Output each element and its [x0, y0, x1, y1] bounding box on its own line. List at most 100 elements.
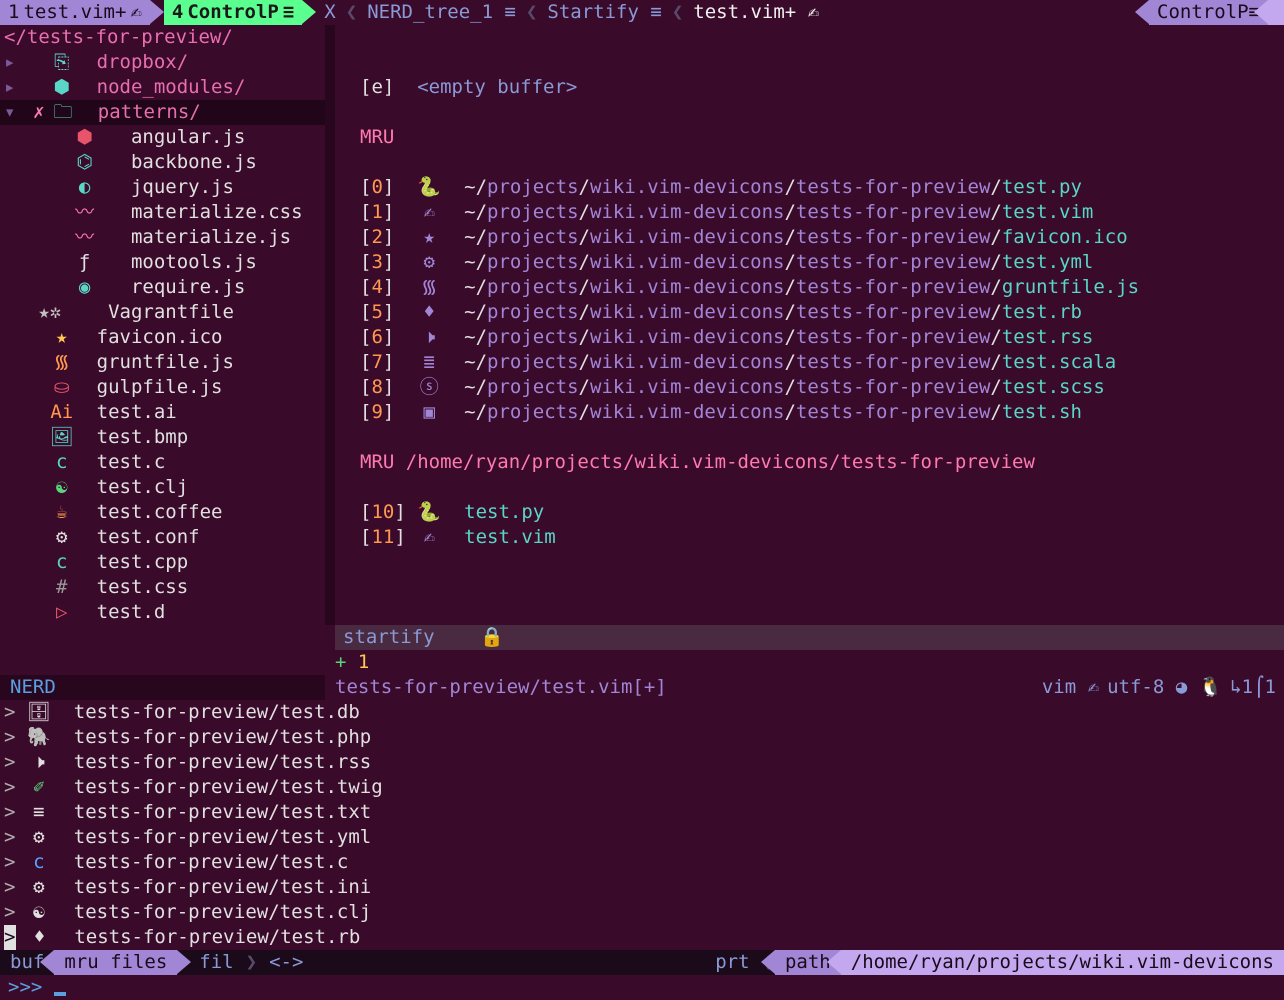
filetype-icon: 🗄: [27, 700, 51, 725]
startify-mru-heading: MRU: [360, 125, 1284, 150]
filetype-icon: Ai: [50, 400, 74, 425]
filetype-icon: ⚙: [27, 875, 51, 900]
filetype-icon: ☯: [50, 475, 74, 500]
nerdtree-file[interactable]: 🖼 test.bmp: [0, 425, 325, 450]
filetype-icon: ★: [50, 325, 74, 350]
ctrlp-result[interactable]: > ⚙ tests-for-preview/test.yml: [0, 825, 1284, 850]
nerdtree-file[interactable]: ◉ require.js: [0, 275, 325, 300]
ctrlp-results[interactable]: > 🗄 tests-for-preview/test.db> 🐘 tests-f…: [0, 700, 1284, 950]
startify-mru-item[interactable]: [1] ✍ ~/projects/wiki.vim-devicons/tests…: [360, 200, 1284, 225]
filetype-icon: c: [27, 850, 51, 875]
nerdtree-file[interactable]: Ai test.ai: [0, 400, 325, 425]
folder-icon: 🗀: [51, 100, 75, 125]
ctrlp-result[interactable]: > ☯ tests-for-preview/test.clj: [0, 900, 1284, 925]
filetype-icon: ▣: [417, 400, 441, 425]
nerdtree-file[interactable]: ⬢ angular.js: [0, 125, 325, 150]
nerdtree-file[interactable]: ★✲ Vagrantfile: [0, 300, 325, 325]
angle-left-icon: ❮: [670, 0, 685, 25]
window-statusbar: NERD tests-for-preview/test.vim[+] vim ✍…: [0, 675, 1284, 700]
ctrlp-mode-mru[interactable]: mru files: [54, 950, 177, 975]
nerdtree-file[interactable]: 〰 materialize.css: [0, 200, 325, 225]
buffer-startify[interactable]: Startify ≡: [539, 0, 669, 25]
startify-mru-item[interactable]: [2] ★ ~/projects/wiki.vim-devicons/tests…: [360, 225, 1284, 250]
ctrlp-result[interactable]: > 🕨 tests-for-preview/test.rss: [0, 750, 1284, 775]
angle-left-icon: ❮: [344, 0, 359, 25]
tab-close[interactable]: X: [316, 0, 343, 25]
startify-mru-local-item[interactable]: [11] ✍ test.vim: [360, 525, 1284, 550]
ctrlp-result[interactable]: > ≡ tests-for-preview/test.txt: [0, 800, 1284, 825]
filetype-icon: ≡: [27, 800, 51, 825]
nerdtree-file[interactable]: ᯾ gruntfile.js: [0, 350, 325, 375]
list-icon: ≡: [283, 0, 294, 25]
ctrlp-result[interactable]: > 🐘 tests-for-preview/test.php: [0, 725, 1284, 750]
nerdtree-file[interactable]: ƒ mootools.js: [0, 250, 325, 275]
nerdtree-dir[interactable]: ▸ ⬢ node_modules/: [0, 75, 325, 100]
nerdtree-file[interactable]: c test.c: [0, 450, 325, 475]
ctrlp-result[interactable]: > ♦ tests-for-preview/test.rb: [0, 925, 1284, 950]
filetype-icon: ★: [417, 225, 441, 250]
filetype-icon: ⬢: [73, 125, 97, 150]
ctrlp-result[interactable]: > ⚙ tests-for-preview/test.ini: [0, 875, 1284, 900]
startify-mru-item[interactable]: [7] ≣ ~/projects/wiki.vim-devicons/tests…: [360, 350, 1284, 375]
filetype-icon: 〰: [73, 200, 97, 225]
filetype-icon: ⓢ: [417, 375, 441, 400]
filetype-icon: ⚙: [50, 525, 74, 550]
startify-mru-local-item[interactable]: [10] 🐍 test.py: [360, 500, 1284, 525]
nerdtree-dir[interactable]: ▸ ⎘ dropbox/: [0, 50, 325, 75]
statusbar-position: ↳1⌠1: [1230, 675, 1284, 700]
nerdtree-file[interactable]: # test.css: [0, 575, 325, 600]
ctrlp-mode-fil[interactable]: fil: [177, 950, 243, 975]
filetype-icon: [61, 300, 85, 325]
buffer-nerdtree[interactable]: NERD_tree_1 ≡: [359, 0, 524, 25]
buffer-testvim[interactable]: test.vim+ ✍: [685, 0, 827, 25]
nerdtree-root[interactable]: </tests-for-preview/: [0, 25, 325, 50]
tab-2-active[interactable]: 4 ControlP ≡: [164, 0, 302, 25]
nerdtree-file[interactable]: c test.cpp: [0, 550, 325, 575]
ctrlp-result[interactable]: > 🗄 tests-for-preview/test.db: [0, 700, 1284, 725]
startify-mru-item[interactable]: [6] 🕨 ~/projects/wiki.vim-devicons/tests…: [360, 325, 1284, 350]
ctrlp-regex: <->: [259, 950, 313, 975]
filetype-icon: 🐍: [417, 500, 441, 525]
ctrlp-prompt[interactable]: >>>: [0, 975, 1284, 1000]
folder-icon: ⬢: [50, 75, 74, 100]
ctrlp-path-value: /home/ryan/projects/wiki.vim-devicons: [841, 950, 1284, 975]
nerdtree-dir-patterns[interactable]: ▾ ✗🗀 patterns/: [0, 100, 325, 125]
startify-mru-item[interactable]: [8] ⓢ ~/projects/wiki.vim-devicons/tests…: [360, 375, 1284, 400]
nerdtree-file[interactable]: ▷ test.d: [0, 600, 325, 625]
statusbar-encoding: utf-8 ◕ 🐧: [1107, 675, 1230, 700]
nerdtree-file[interactable]: 〰 materialize.js: [0, 225, 325, 250]
filetype-icon: ⌬: [73, 150, 97, 175]
filetype-icon: ✍: [417, 525, 441, 550]
filetype-icon: c: [50, 550, 74, 575]
filetype-icon: ◉: [73, 275, 97, 300]
ctrlp-prt: prt: [705, 950, 759, 975]
main-split: </tests-for-preview/ ▸ ⎘ dropbox/▸ ⬢ nod…: [0, 25, 1284, 625]
nerdtree-file[interactable]: ★ favicon.ico: [0, 325, 325, 350]
nerdtree-statusbar: NERD: [0, 675, 325, 700]
startify-panel[interactable]: [e] <empty buffer> MRU [0] 🐍 ~/projects/…: [335, 25, 1284, 625]
nerdtree-file[interactable]: ◐ jquery.js: [0, 175, 325, 200]
ctrlp-result[interactable]: > ✐ tests-for-preview/test.twig: [0, 775, 1284, 800]
filetype-icon: ⚙: [27, 825, 51, 850]
tab-1[interactable]: 1 test.vim+ ✍: [0, 0, 150, 25]
ctrlp-result[interactable]: > c tests-for-preview/test.c: [0, 850, 1284, 875]
nerdtree-file[interactable]: ☕ test.coffee: [0, 500, 325, 525]
filetype-icon: ✍: [417, 200, 441, 225]
startify-mru-item[interactable]: [3] ⚙ ~/projects/wiki.vim-devicons/tests…: [360, 250, 1284, 275]
nerdtree-panel[interactable]: </tests-for-preview/ ▸ ⎘ dropbox/▸ ⬢ nod…: [0, 25, 325, 625]
startify-mru-item[interactable]: [9] ▣ ~/projects/wiki.vim-devicons/tests…: [360, 400, 1284, 425]
nerdtree-file[interactable]: ⌬ backbone.js: [0, 150, 325, 175]
angle-left-icon: ❮: [524, 0, 539, 25]
startify-mru-item[interactable]: [4] ᯾ ~/projects/wiki.vim-devicons/tests…: [360, 275, 1284, 300]
startify-mru-item[interactable]: [5] ♦ ~/projects/wiki.vim-devicons/tests…: [360, 300, 1284, 325]
vertical-divider[interactable]: [325, 25, 335, 625]
cursor-icon: [54, 992, 66, 996]
nerdtree-file[interactable]: ⚙ test.conf: [0, 525, 325, 550]
startify-mru-item[interactable]: [0] 🐍 ~/projects/wiki.vim-devicons/tests…: [360, 175, 1284, 200]
tab-right-controlp[interactable]: ControlP ≡: [1149, 0, 1268, 25]
nerdtree-file[interactable]: ⛀ gulpfile.js: [0, 375, 325, 400]
vim-icon: ✍: [130, 0, 141, 25]
startify-empty-buffer[interactable]: [e] <empty buffer>: [360, 75, 1284, 100]
tab-bar: 1 test.vim+ ✍ 4 ControlP ≡ X ❮ NERD_tree…: [0, 0, 1284, 25]
nerdtree-file[interactable]: ☯ test.clj: [0, 475, 325, 500]
